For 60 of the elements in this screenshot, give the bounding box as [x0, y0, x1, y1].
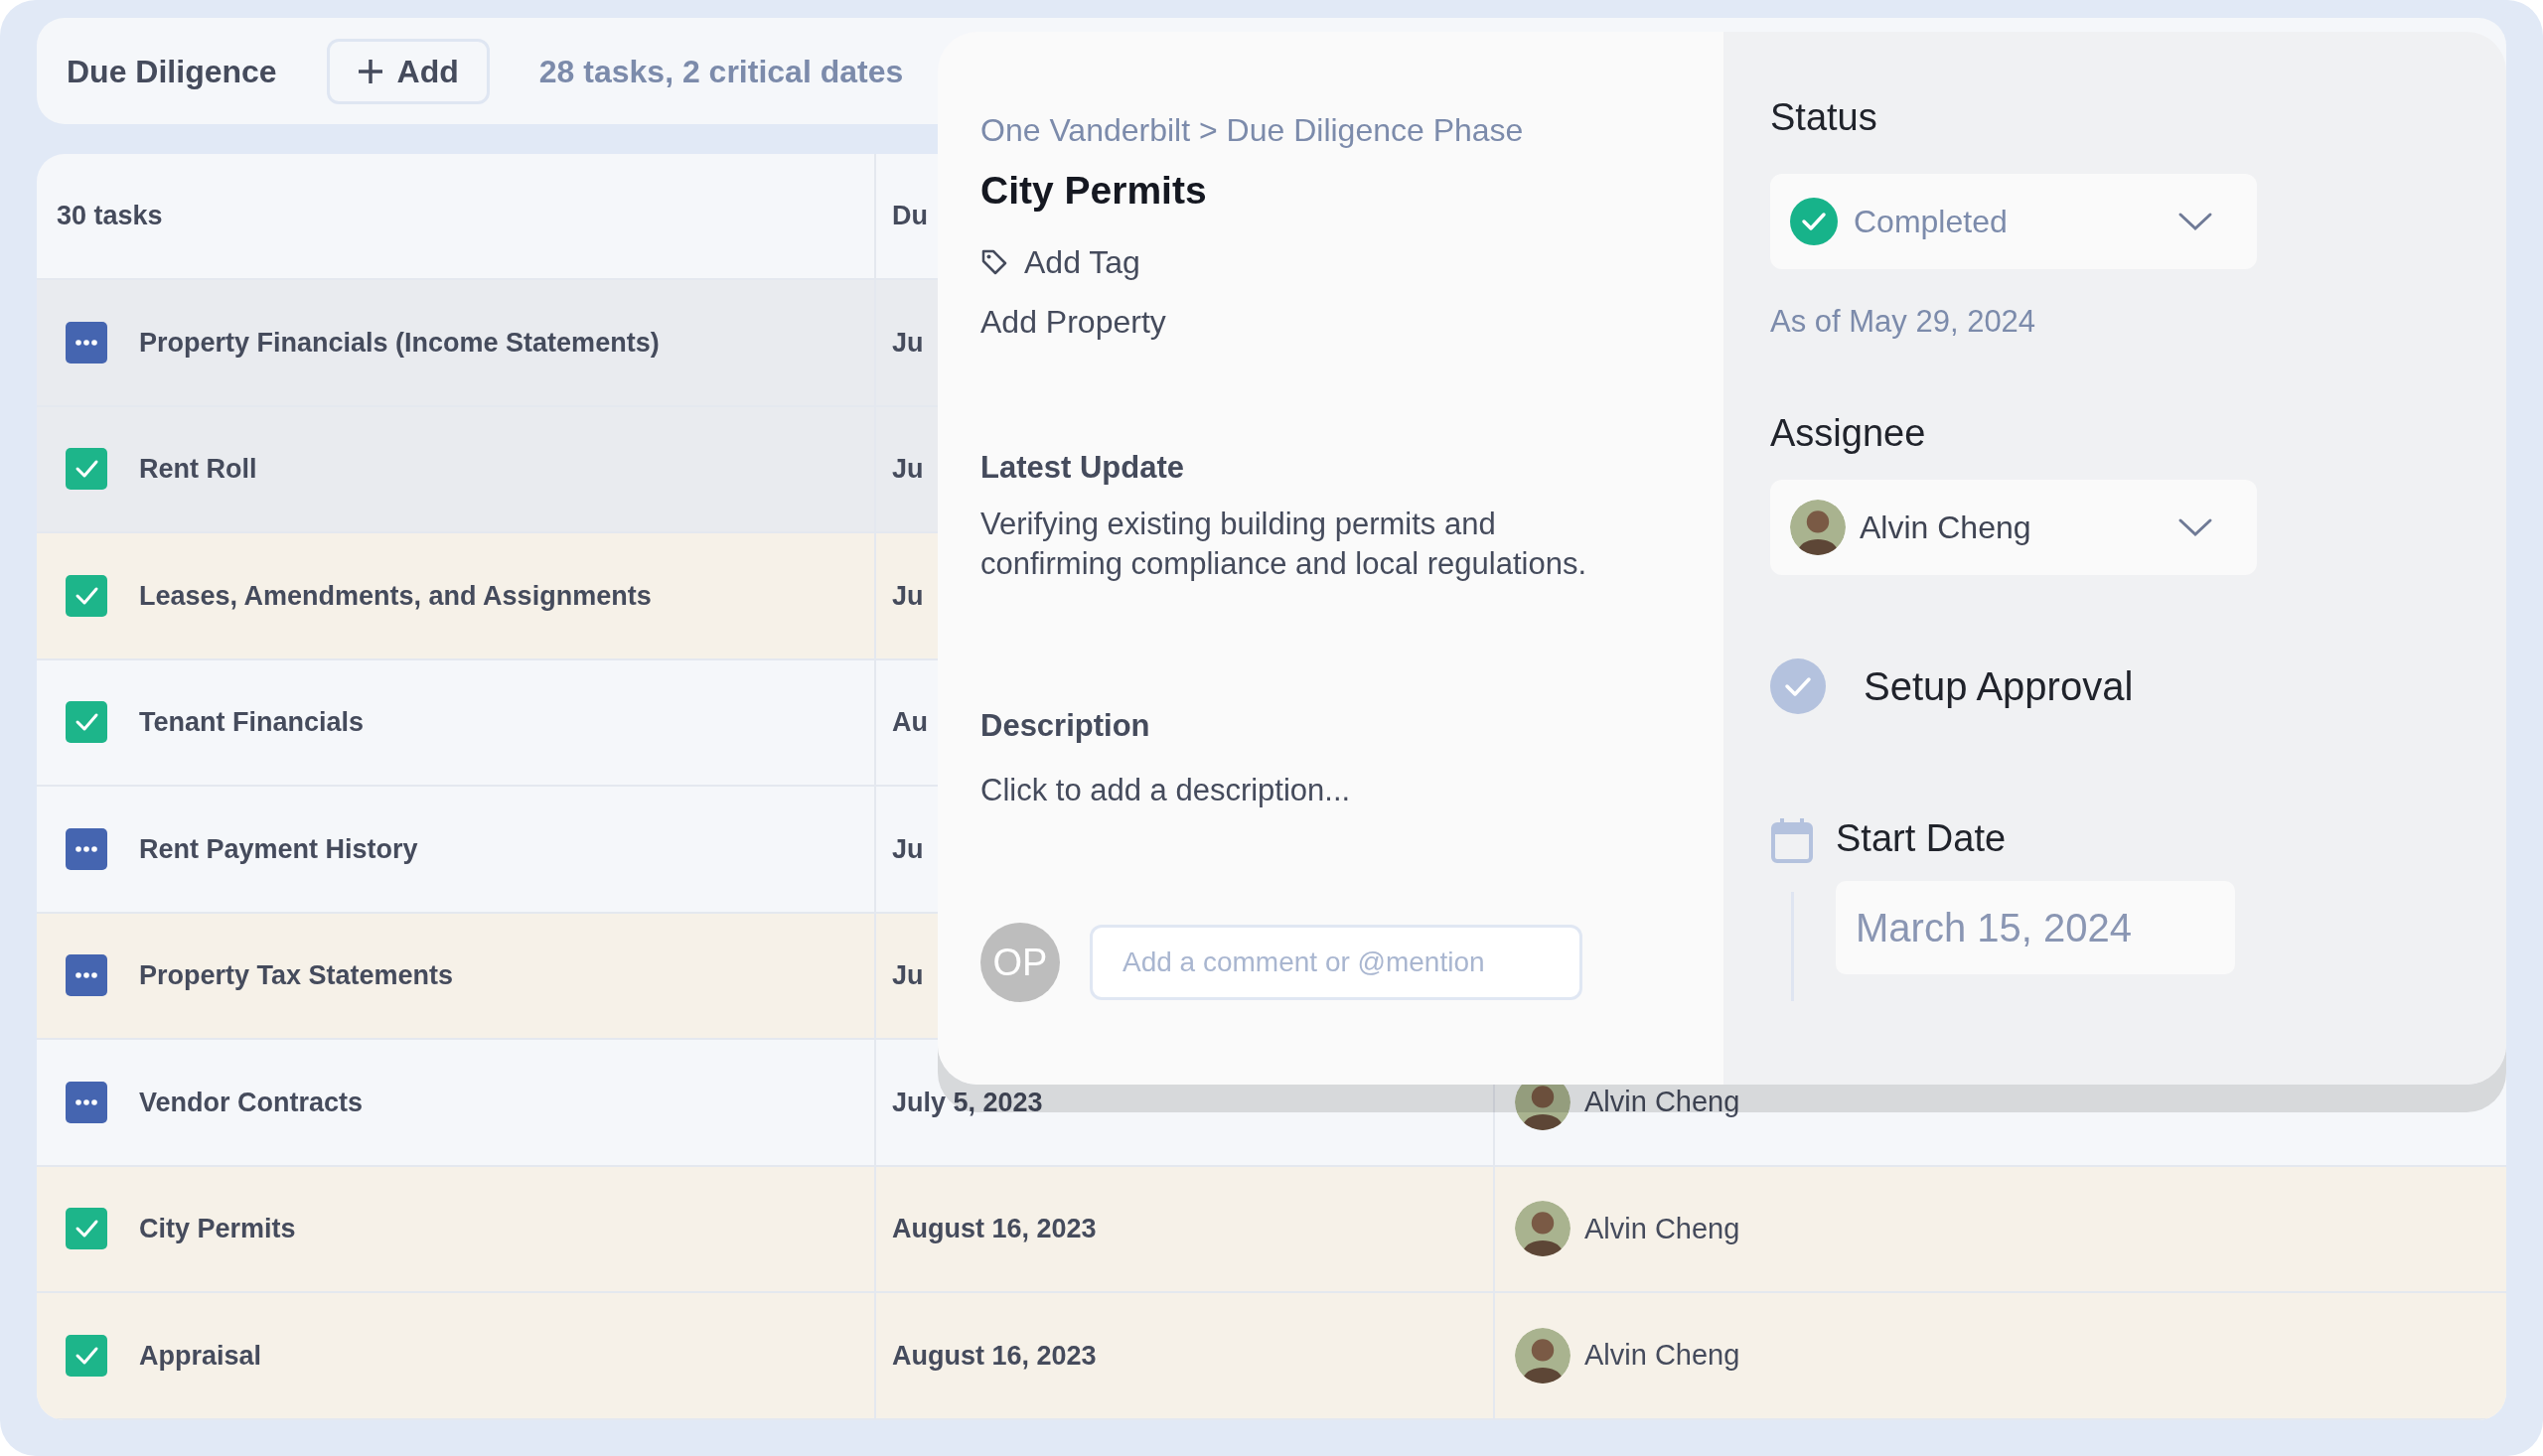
assignee-name: Alvin Cheng: [1584, 1338, 1740, 1373]
check-icon[interactable]: [66, 1208, 107, 1250]
assignee-name: Alvin Cheng: [1584, 1211, 1740, 1246]
task-title: City Permits: [980, 168, 1208, 214]
assignee-dropdown[interactable]: Alvin Cheng: [1770, 479, 2257, 575]
more-icon[interactable]: [66, 321, 107, 364]
task-name[interactable]: Vendor Contracts: [139, 1082, 364, 1122]
due-date: Ju: [892, 832, 924, 866]
task-name[interactable]: Rent Roll: [139, 449, 257, 490]
description-text[interactable]: Click to add a description...: [980, 767, 1684, 813]
assignee-name: Alvin Cheng: [1584, 1085, 1740, 1119]
tag-icon: [980, 247, 1008, 276]
user-avatar: OP: [980, 923, 1060, 1002]
calendar-icon: [1770, 815, 1814, 864]
more-icon[interactable]: [66, 954, 107, 997]
field-label: Start Date: [1836, 815, 2008, 861]
section-heading: Description: [980, 707, 1151, 745]
due-date: Ju: [892, 453, 924, 486]
add-button[interactable]: Add: [326, 38, 490, 104]
task-name[interactable]: Property Tax Statements: [139, 955, 454, 996]
due-date: Ju: [892, 579, 924, 613]
approval-label: Setup Approval: [1864, 662, 2134, 710]
column-header: Du: [892, 200, 928, 233]
due-date: Au: [892, 706, 928, 739]
check-icon[interactable]: [66, 574, 107, 617]
check-circle-icon[interactable]: [1770, 657, 1826, 714]
task-name[interactable]: Appraisal: [139, 1335, 262, 1376]
due-date: August 16, 2023: [892, 1339, 1097, 1373]
page-title: Due Diligence: [67, 52, 277, 91]
check-icon[interactable]: [66, 448, 107, 491]
task-name[interactable]: Rent Payment History: [139, 828, 418, 869]
column-header: 30 tasks: [37, 154, 876, 278]
comment-input[interactable]: Add a comment or @mention: [1090, 925, 1582, 1000]
check-circle-icon: [1790, 198, 1838, 245]
due-date: August 16, 2023: [892, 1213, 1097, 1245]
task-name[interactable]: Tenant Financials: [139, 702, 365, 743]
task-summary: 28 tasks, 2 critical dates: [538, 52, 904, 91]
section-heading: Latest Update: [980, 448, 1185, 487]
due-date: July 5, 2023: [892, 1086, 1043, 1119]
task-name[interactable]: City Permits: [139, 1209, 296, 1249]
due-date: Ju: [892, 959, 924, 992]
add-property-button[interactable]: Add Property: [980, 297, 1166, 346]
chevron-down-icon: [2177, 516, 2213, 537]
task-name[interactable]: Leases, Amendments, and Assignments: [139, 575, 652, 616]
task-name[interactable]: Property Financials (Income Statements): [139, 322, 660, 363]
check-icon[interactable]: [66, 1334, 107, 1377]
plus-icon: [357, 58, 383, 84]
field-label: Assignee: [1770, 410, 1927, 456]
chevron-down-icon: [2177, 212, 2213, 231]
avatar: [1515, 1201, 1571, 1257]
update-text: Verifying existing building permits and confirming compliance and local regulations.: [980, 506, 1587, 583]
field-label: Status: [1770, 95, 1878, 140]
add-tag-button[interactable]: Add Tag: [980, 237, 1140, 286]
avatar: [1790, 499, 1846, 555]
more-icon[interactable]: [66, 827, 107, 870]
status-date: As of May 29, 2024: [1770, 303, 2037, 341]
due-date: Ju: [892, 326, 924, 360]
more-icon[interactable]: [66, 1081, 107, 1123]
check-icon[interactable]: [66, 701, 107, 744]
avatar: [1515, 1327, 1571, 1383]
